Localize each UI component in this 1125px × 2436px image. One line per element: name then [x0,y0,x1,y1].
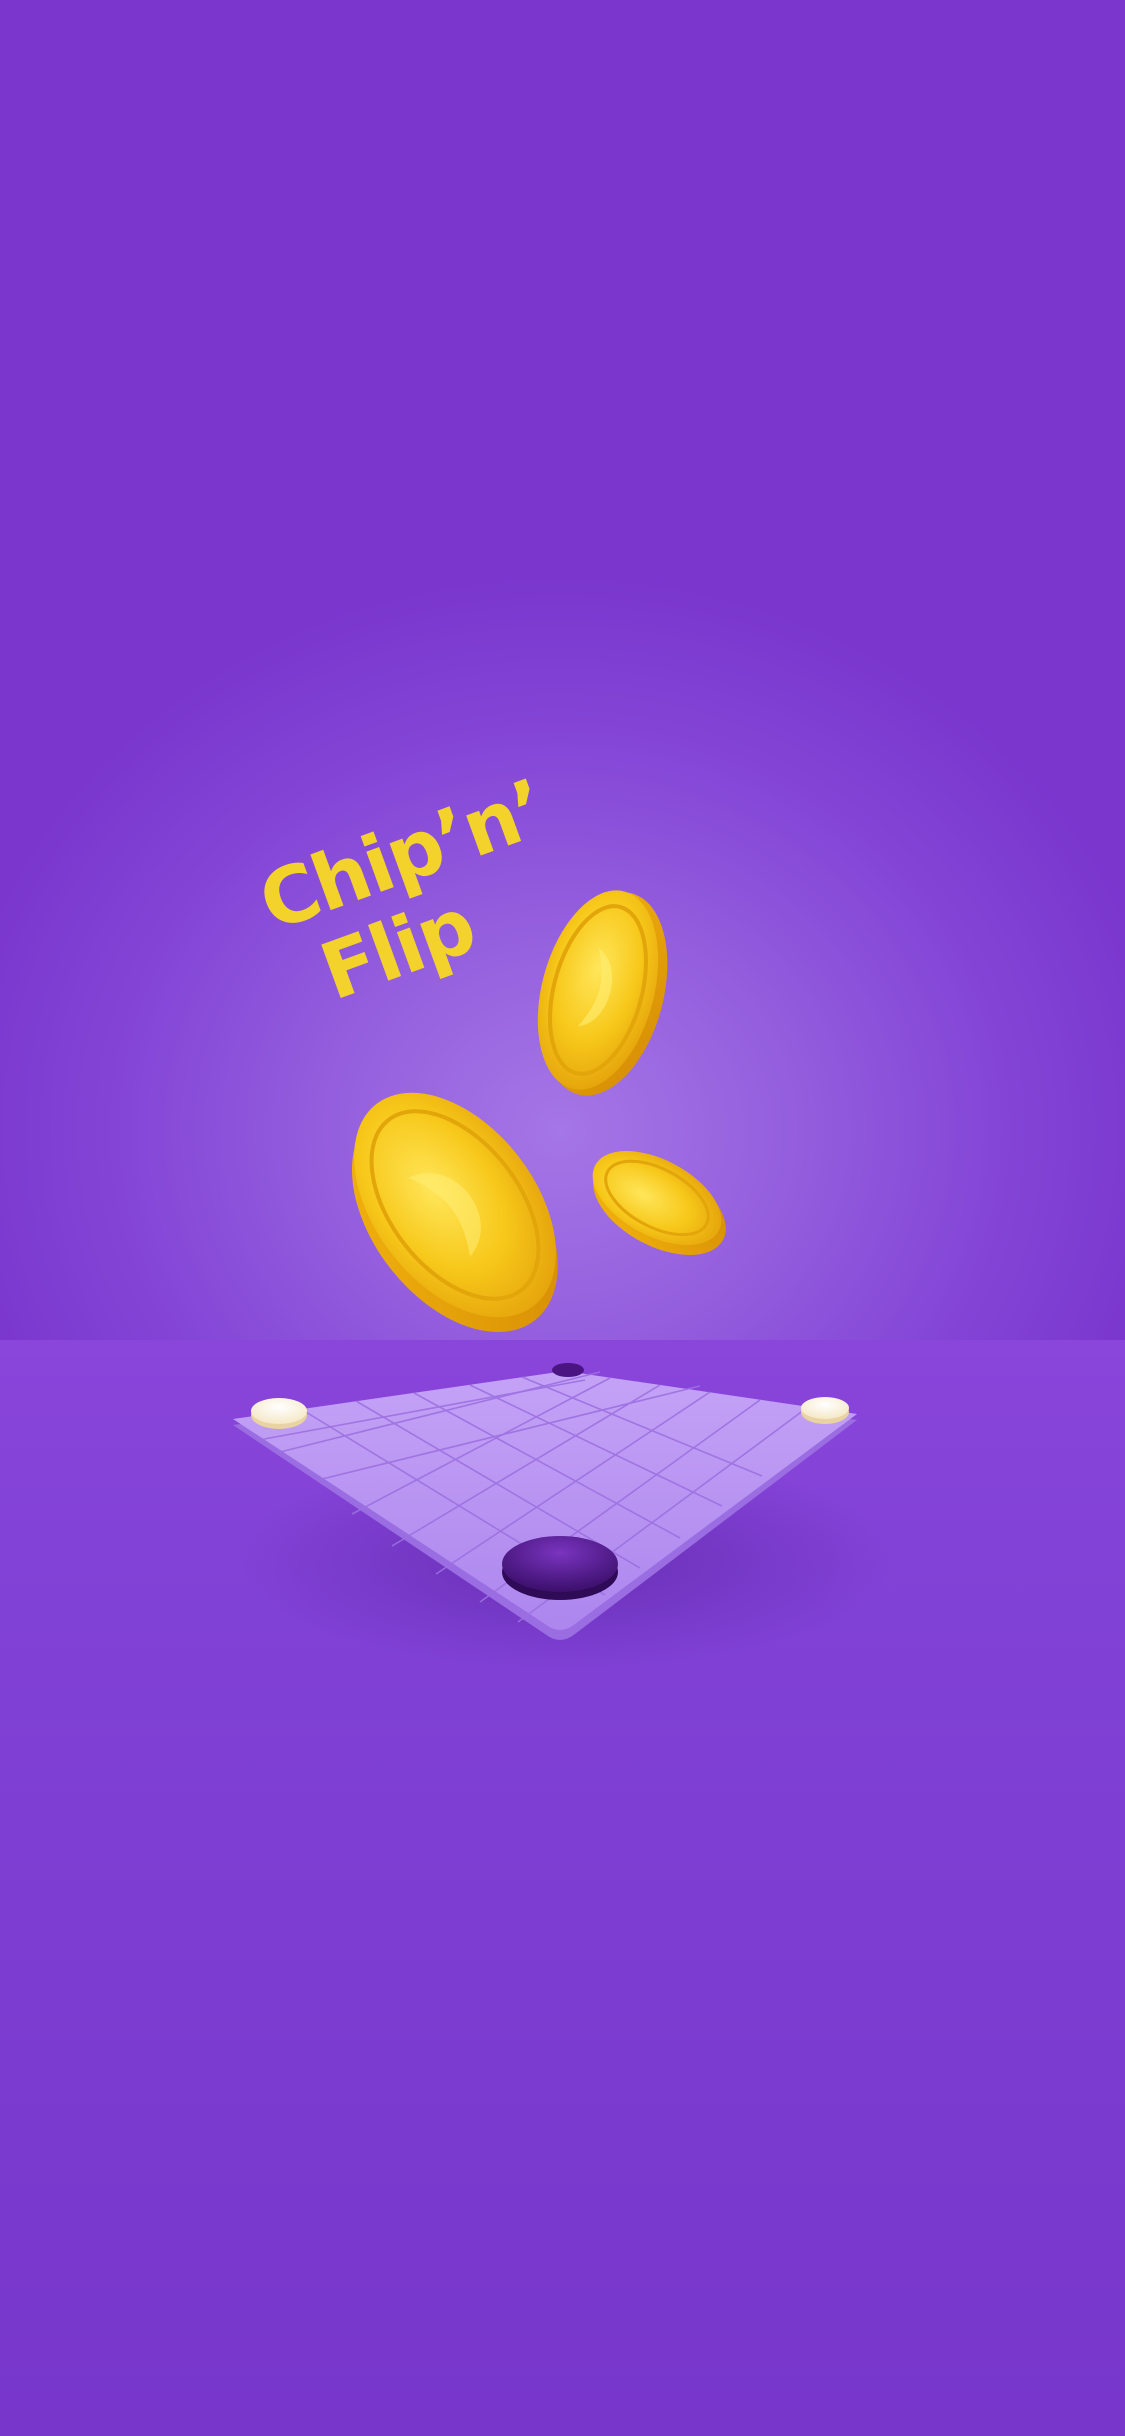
splash-screen: Chip’n’ Flip [0,0,1125,2436]
purple-chip-icon [502,1536,618,1600]
splash-artwork [233,890,895,1670]
purple-chip-icon [552,1363,584,1377]
gold-coin-icon [592,1151,726,1256]
white-chip-icon [251,1398,307,1429]
white-chip-icon [801,1397,849,1424]
